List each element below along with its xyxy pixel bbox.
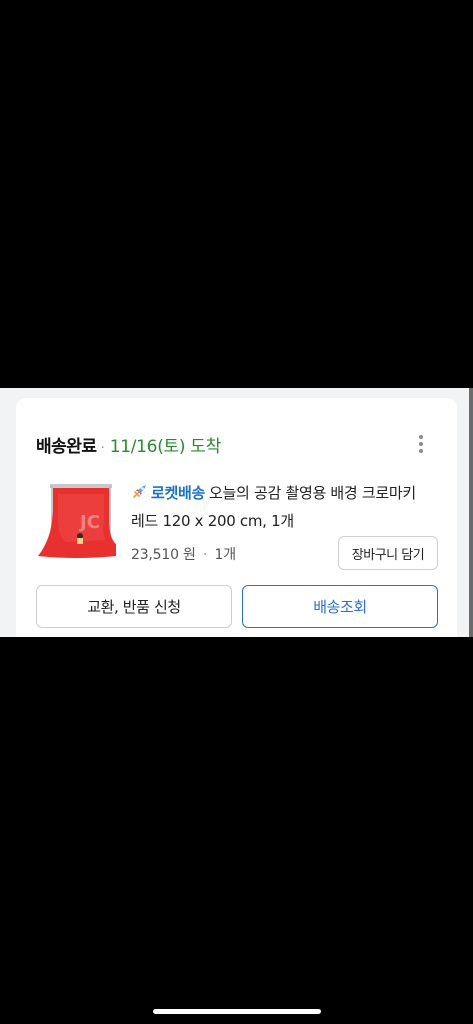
red-backdrop-product-image: JC <box>38 484 116 558</box>
status-separator: · <box>100 441 105 456</box>
order-panel: 배송완료 · 11/16(토) 도착 JC 로켓배송 오늘의 공감 촬영용 배경… <box>0 388 473 637</box>
arrival-date: 11/16(토) 도착 <box>109 437 222 457</box>
product-quantity: 1개 <box>214 547 237 563</box>
price-row: 23,510 원 · 1개 <box>131 544 236 564</box>
add-to-cart-button[interactable]: 장바구니 담기 <box>338 536 438 570</box>
svg-text:JC: JC <box>78 512 100 533</box>
product-name-line2[interactable]: 레드 120 x 200 cm, 1개 <box>131 510 441 531</box>
product-thumbnail[interactable]: JC <box>36 480 116 560</box>
product-price: 23,510 원 <box>131 547 196 563</box>
rocket-icon <box>133 485 146 498</box>
order-card: 배송완료 · 11/16(토) 도착 JC 로켓배송 오늘의 공감 촬영용 배경… <box>16 398 457 637</box>
scrollbar[interactable] <box>469 388 473 637</box>
delivery-status: 배송완료 <box>36 437 97 457</box>
track-delivery-button[interactable]: 배송조회 <box>242 585 438 628</box>
home-indicator[interactable] <box>153 1009 321 1014</box>
product-name-line1[interactable]: 로켓배송 오늘의 공감 촬영용 배경 크로마키 <box>131 482 441 503</box>
price-separator: · <box>202 547 208 563</box>
delivery-status-row: 배송완료 · 11/16(토) 도착 <box>36 432 222 457</box>
more-options-icon[interactable] <box>414 433 428 455</box>
exchange-return-button[interactable]: 교환, 반품 신청 <box>36 585 232 628</box>
rocket-delivery-badge: 로켓배송 <box>151 484 206 502</box>
product-name-text: 오늘의 공감 촬영용 배경 크로마키 <box>209 484 416 502</box>
